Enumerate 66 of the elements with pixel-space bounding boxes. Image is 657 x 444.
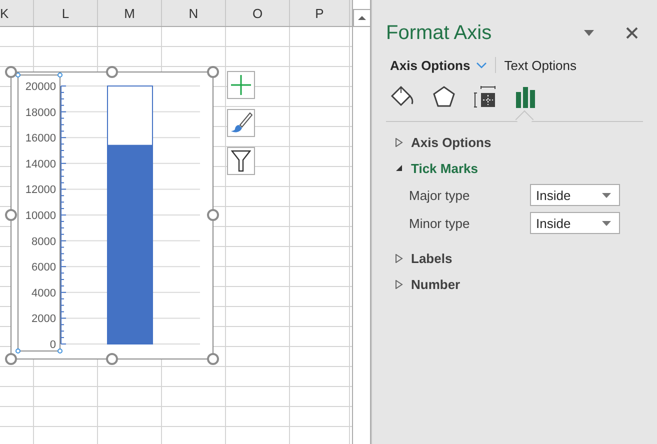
axis-label: 0 bbox=[50, 339, 56, 351]
field-label: Minor type bbox=[409, 216, 471, 230]
plus-icon bbox=[230, 74, 252, 96]
axis-label: 14000 bbox=[25, 158, 56, 170]
column-header[interactable]: M bbox=[124, 6, 135, 20]
dropdown-arrow-icon bbox=[602, 220, 611, 226]
field-label: Major type bbox=[409, 188, 471, 202]
funnel-icon bbox=[231, 150, 251, 172]
column-header[interactable]: L bbox=[62, 6, 70, 20]
paint-bucket-icon bbox=[390, 85, 416, 109]
resize-handle[interactable] bbox=[5, 66, 17, 78]
dropdown-field[interactable]: Inside bbox=[530, 184, 620, 206]
axis-label: 10000 bbox=[25, 210, 56, 222]
bar[interactable] bbox=[107, 86, 153, 146]
selection-handle[interactable] bbox=[58, 72, 62, 78]
pentagon-icon bbox=[432, 85, 456, 109]
column-header[interactable]: N bbox=[188, 6, 198, 20]
axis-label: 16000 bbox=[25, 132, 56, 145]
vertical-scrollbar[interactable] bbox=[352, 0, 371, 444]
resize-handle[interactable] bbox=[5, 209, 17, 221]
icon-tab[interactable] bbox=[431, 84, 457, 110]
dropdown-arrow-icon bbox=[602, 192, 611, 198]
size-icon bbox=[473, 85, 497, 109]
resize-handle[interactable] bbox=[207, 209, 219, 221]
selection-handle[interactable] bbox=[16, 72, 20, 78]
selection-handle[interactable] bbox=[58, 348, 62, 354]
section-header[interactable]: Axis Options bbox=[386, 129, 657, 155]
column-header[interactable]: K bbox=[0, 6, 9, 20]
dropdown-field[interactable]: Inside bbox=[530, 212, 620, 234]
triangle-icon bbox=[395, 138, 403, 146]
vertical-axis[interactable] bbox=[60, 86, 66, 344]
dropdown-icon[interactable] bbox=[584, 30, 594, 36]
section-header[interactable]: Labels bbox=[386, 245, 657, 271]
axis-label: 6000 bbox=[32, 262, 56, 274]
resize-handle[interactable] bbox=[106, 66, 118, 78]
axis-label: 18000 bbox=[25, 106, 56, 119]
resize-handle[interactable] bbox=[5, 353, 17, 365]
chart-filters-button[interactable] bbox=[227, 147, 255, 175]
column-header[interactable]: O bbox=[252, 6, 263, 20]
axis-selection-box[interactable] bbox=[18, 74, 60, 352]
brush-icon bbox=[229, 111, 253, 135]
bar-chart-icon bbox=[515, 86, 537, 108]
close-icon[interactable] bbox=[626, 27, 638, 39]
resize-handle[interactable] bbox=[207, 66, 219, 78]
resize-handle[interactable] bbox=[207, 353, 219, 365]
section-header[interactable]: Number bbox=[386, 271, 657, 297]
axis-label: 4000 bbox=[32, 287, 56, 300]
chart-elements-button[interactable] bbox=[227, 71, 255, 99]
axis-label: 12000 bbox=[25, 184, 56, 196]
column-header[interactable]: P bbox=[315, 6, 324, 20]
selection-handle[interactable] bbox=[16, 348, 20, 354]
chart-styles-button[interactable] bbox=[227, 109, 255, 137]
icon-tab[interactable] bbox=[472, 84, 498, 110]
triangle-icon bbox=[395, 254, 403, 262]
chevron-down-icon[interactable] bbox=[476, 62, 488, 68]
axis-label: 8000 bbox=[32, 236, 56, 248]
panel-title: Format Axis bbox=[386, 22, 493, 44]
axis-label: 2000 bbox=[32, 313, 56, 326]
triangle-icon bbox=[395, 164, 403, 172]
options-tab[interactable]: Axis Options bbox=[390, 58, 470, 72]
resize-handle[interactable] bbox=[106, 353, 118, 365]
triangle-icon bbox=[395, 280, 403, 288]
axis-label: 20000 bbox=[25, 81, 56, 93]
options-tab[interactable]: Text Options bbox=[504, 58, 576, 72]
scroll-up-icon[interactable] bbox=[353, 9, 371, 27]
section-header[interactable]: Tick Marks bbox=[386, 155, 657, 181]
